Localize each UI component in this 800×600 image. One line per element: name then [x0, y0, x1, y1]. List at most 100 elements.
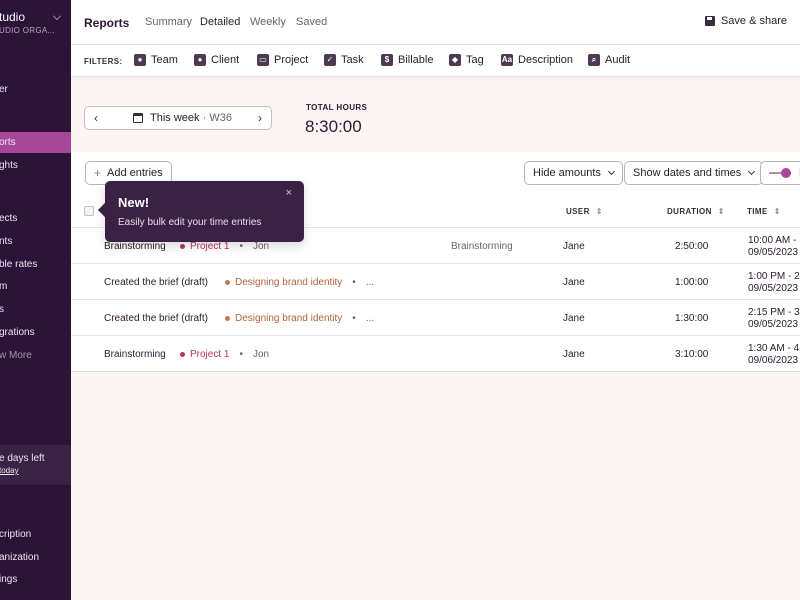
entry-user: Jane	[563, 277, 585, 288]
page-title: Reports	[84, 16, 130, 30]
entry-project[interactable]: Project 1 • Jon	[180, 241, 269, 252]
filter-audit[interactable]: ⌕ Audit	[588, 54, 630, 66]
chevron-right-icon[interactable]: ›	[258, 111, 262, 125]
filter-client-label: Client	[211, 54, 240, 66]
entry-time-range[interactable]: 1:00 PM - 2	[748, 271, 800, 282]
sidebar-item-subscription[interactable]: cription	[0, 529, 31, 540]
entry-description[interactable]: Created the brief (draft)	[104, 313, 208, 324]
billable-icon: $	[381, 54, 393, 66]
separator: •	[239, 241, 243, 252]
entry-time-range[interactable]: 2:15 PM - 3	[748, 307, 800, 318]
entry-duration[interactable]: 3:10:00	[675, 349, 708, 360]
week-range-text: This week	[150, 112, 200, 124]
total-hours-label: TOTAL HOURS	[306, 103, 368, 112]
sidebar-item-insights[interactable]: ghts	[0, 160, 18, 171]
trial-banner[interactable]: e days left today	[0, 445, 71, 485]
close-icon[interactable]: ×	[286, 187, 292, 199]
sort-icon[interactable]: ⇕	[718, 207, 725, 216]
filters-label: FILTERS:	[84, 57, 123, 66]
total-hours-value: 8:30:00	[305, 117, 362, 136]
sidebar-item-reports[interactable]: orts	[0, 137, 16, 148]
week-label: This week · W36	[150, 112, 232, 124]
column-user[interactable]: USER ⇕	[566, 207, 603, 216]
sidebar-item-team[interactable]: m	[0, 281, 7, 292]
week-number: W36	[209, 112, 232, 124]
workspace-name[interactable]: tudio	[0, 10, 25, 24]
entry-user: Jane	[563, 241, 585, 252]
filter-client[interactable]: ● Client	[194, 54, 239, 66]
filter-project[interactable]: ▭ Project	[257, 54, 308, 66]
show-dates-dropdown[interactable]: Show dates and times	[624, 161, 764, 185]
entry-user: Jane	[563, 349, 585, 360]
tab-weekly[interactable]: Weekly	[250, 16, 286, 28]
save-share-button[interactable]: Save & share	[704, 15, 787, 27]
filter-task[interactable]: ✓ Task	[324, 54, 364, 66]
filter-description[interactable]: Aa Description	[501, 54, 573, 66]
tag-icon: ◆	[449, 54, 461, 66]
separator: •	[239, 349, 243, 360]
entry-project[interactable]: Designing brand identity • ...	[225, 277, 374, 288]
sidebar-item-settings[interactable]: ings	[0, 574, 17, 585]
entry-description[interactable]: Brainstorming	[104, 349, 166, 360]
column-duration[interactable]: DURATION ⇕	[667, 207, 725, 216]
row-divider	[71, 335, 800, 336]
project-color-dot	[225, 316, 230, 321]
week-picker[interactable]: ‹ This week · W36 ›	[84, 106, 272, 130]
sidebar-item-tags[interactable]: s	[0, 304, 4, 315]
sidebar-item-integrations[interactable]: grations	[0, 327, 35, 338]
project-color-dot	[180, 244, 185, 249]
sort-icon[interactable]: ⇕	[596, 207, 603, 216]
team-icon: ●	[134, 54, 146, 66]
calendar-icon	[133, 113, 143, 123]
save-icon	[704, 16, 715, 26]
entry-description[interactable]: Brainstorming	[104, 241, 166, 252]
select-all-checkbox[interactable]	[84, 206, 94, 216]
filter-billable[interactable]: $ Billable	[381, 54, 433, 66]
plus-icon: +	[94, 166, 102, 180]
entry-project[interactable]: Designing brand identity • ...	[225, 313, 374, 324]
toggle-switch[interactable]	[769, 168, 791, 178]
entry-date: 09/05/2023	[748, 283, 799, 294]
project-color-dot	[180, 352, 185, 357]
sidebar-item-organization[interactable]: anization	[0, 552, 39, 563]
filter-tag[interactable]: ◆ Tag	[449, 54, 484, 66]
filter-team[interactable]: ● Team	[134, 54, 178, 66]
tab-saved[interactable]: Saved	[296, 16, 327, 28]
audit-icon: ⌕	[588, 54, 600, 66]
rounding-toggle[interactable]: R	[760, 161, 800, 185]
tab-summary[interactable]: Summary	[145, 16, 192, 28]
project-name: Project 1	[190, 349, 230, 360]
entry-date: 09/05/2023	[748, 319, 799, 330]
entry-time-range[interactable]: 10:00 AM -	[748, 235, 796, 246]
entry-duration[interactable]: 1:30:00	[675, 313, 708, 324]
column-time-label: TIME	[747, 207, 768, 216]
sidebar-item-projects[interactable]: ects	[0, 213, 17, 224]
sidebar-item-clients[interactable]: nts	[0, 236, 12, 247]
trial-link[interactable]: today	[0, 466, 19, 475]
sort-icon[interactable]: ⇕	[774, 207, 781, 216]
sidebar-item-show-more[interactable]: w More	[0, 350, 32, 361]
filter-billable-label: Billable	[398, 54, 434, 66]
tab-detailed[interactable]: Detailed	[200, 16, 240, 28]
row-divider	[71, 299, 800, 300]
hide-amounts-dropdown[interactable]: Hide amounts	[524, 161, 623, 185]
entry-project[interactable]: Project 1 • Jon	[180, 349, 269, 360]
client-name: Jon	[252, 241, 270, 252]
chevron-down-icon[interactable]	[53, 12, 61, 20]
task-icon: ✓	[324, 54, 336, 66]
trial-text: e days left	[0, 453, 45, 464]
sidebar-item-billable-rates[interactable]: ble rates	[0, 259, 37, 270]
entry-time-range[interactable]: 1:30 AM - 4	[748, 343, 799, 354]
entry-tag[interactable]: Brainstorming	[451, 241, 513, 252]
column-duration-label: DURATION	[667, 207, 712, 216]
sidebar-item-timer[interactable]: er	[0, 84, 8, 95]
project-color-dot	[225, 280, 230, 285]
tooltip-body: Easily bulk edit your time entries	[118, 217, 262, 228]
chevron-down-icon	[748, 167, 756, 176]
chevron-left-icon[interactable]: ‹	[94, 111, 98, 125]
entry-description[interactable]: Created the brief (draft)	[104, 277, 208, 288]
entry-duration[interactable]: 2:50:00	[675, 241, 708, 252]
column-time[interactable]: TIME ⇕	[747, 207, 781, 216]
entry-duration[interactable]: 1:00:00	[675, 277, 708, 288]
sidebar: tudio UDIO ORGA... er orts ghts ects nts…	[0, 0, 71, 600]
